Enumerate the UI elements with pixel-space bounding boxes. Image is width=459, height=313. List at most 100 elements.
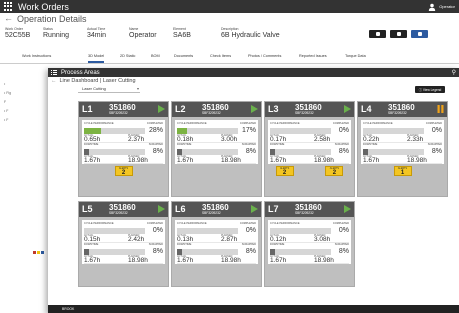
tab-3d-model[interactable]: 3D Model	[88, 54, 105, 63]
tab-work-instructions[interactable]: Work Instructions	[22, 54, 51, 61]
area-select[interactable]: Laser Cutting ▾	[78, 86, 140, 93]
prod-label: CYCLE PERFORMANCE	[363, 122, 393, 125]
scrap-label: DOWNTIME	[177, 243, 192, 246]
prod-planned-value: 2.87h	[221, 236, 238, 243]
line-id: L1	[82, 104, 93, 114]
prod-percent: 0%	[338, 227, 349, 234]
part-number: SBF3209232	[388, 111, 407, 115]
line-card-header: L6 351860 SBF3209232	[172, 202, 261, 217]
line-card-footer	[79, 264, 168, 278]
prod-actual-value: 0.18h	[177, 136, 194, 143]
pause-icon	[437, 105, 444, 113]
scrap-planned-value: 18.98h	[128, 257, 148, 264]
prod-label: CYCLE PERFORMANCE	[84, 122, 114, 125]
field-description: Description 6B Hydraulic Valve	[221, 27, 280, 39]
scrap-planned-value: 18.98h	[221, 157, 241, 164]
alert-badge[interactable]: ALERTS 2	[114, 166, 133, 176]
scrap-percent: 8%	[245, 148, 256, 155]
line-card[interactable]: L6 351860 SBF3209232 CYCLE PERFORMANCE C…	[171, 201, 262, 287]
process-areas-title: Process Areas	[61, 69, 100, 76]
tab-torque-data[interactable]: Torque Data	[345, 54, 366, 61]
scrap-percent: 8%	[152, 248, 163, 255]
part-number: SBF3209232	[295, 211, 314, 215]
line-card[interactable]: L2 351860 SBF3209232 CYCLE PERFORMANCE C…	[171, 101, 262, 197]
prod-right-label: COMPLETED	[239, 222, 256, 225]
field-label: Actual Time	[87, 27, 106, 31]
prod-right-label: COMPLETED	[332, 222, 349, 225]
app-grid-icon[interactable]	[4, 2, 13, 11]
line-card-metrics: CYCLE PERFORMANCE COMPLETED 0% ACTUAL PL…	[82, 220, 165, 264]
line-id: L2	[175, 104, 186, 114]
back-arrow-icon[interactable]: ←	[51, 78, 57, 84]
back-arrow-icon[interactable]: ←	[4, 14, 13, 23]
print-button[interactable]	[369, 30, 386, 38]
line-card-metrics: CYCLE PERFORMANCE COMPLETED 0% ACTUAL PL…	[175, 220, 258, 264]
line-card[interactable]: L1 351860 SBF3209232 CYCLE PERFORMANCE C…	[78, 101, 169, 197]
prod-planned-value: 3.08h	[314, 236, 331, 243]
scrap-section: DOWNTIME SCRAPPED 8% ACTUAL PLANNED 1.67…	[270, 143, 349, 164]
line-card[interactable]: L7 351860 SBF3209232 CYCLE PERFORMANCE C…	[264, 201, 355, 287]
view-legend-button[interactable]: ⓘ View Legend	[415, 86, 445, 93]
field-value: Running	[43, 32, 70, 39]
alert-badge[interactable]: ALERTS 1	[393, 166, 412, 176]
process-areas-topbar: Process Areas ⚲	[48, 68, 459, 77]
company-logo	[33, 251, 44, 254]
field-label: Status	[43, 27, 53, 31]
alert-badge[interactable]: ALERTS 2	[325, 166, 344, 176]
list-item[interactable]: • Fig	[4, 89, 11, 98]
part-number: SBF3209232	[109, 211, 128, 215]
device-button[interactable]	[411, 30, 428, 38]
prod-right-label: COMPLETED	[146, 222, 163, 225]
prod-right-label: COMPLETED	[332, 122, 349, 125]
list-item[interactable]: •	[4, 80, 11, 89]
scrap-right-label: SCRAPPED	[427, 143, 442, 146]
user-icon	[429, 3, 436, 11]
field-work-order: Work Order 52C55B	[5, 27, 30, 39]
alert-badge[interactable]: ALERTS 2	[275, 166, 294, 176]
scrap-planned-value: 18.98h	[221, 257, 241, 264]
print-icon	[375, 32, 380, 36]
play-icon	[344, 205, 351, 213]
list-item[interactable]: F	[4, 98, 11, 107]
prod-planned-value: 2.58h	[314, 136, 331, 143]
line-card-header: L3 351860 SBF3209232	[265, 102, 354, 117]
tab-reported-issues[interactable]: Reported Issues	[299, 54, 327, 61]
prod-percent: 0%	[431, 127, 442, 134]
tab-documents[interactable]: Documents	[174, 54, 193, 61]
tab-bom[interactable]: BOM	[151, 54, 160, 61]
tab-check-items[interactable]: Check Items	[210, 54, 231, 61]
field-value: SA6B	[173, 32, 191, 39]
scrap-actual-value: 1.67h	[177, 157, 194, 164]
scrap-percent: 8%	[338, 248, 349, 255]
line-card[interactable]: L5 351860 SBF3209232 CYCLE PERFORMANCE C…	[78, 201, 169, 287]
tab-2d-static[interactable]: 2D Static	[120, 54, 135, 61]
person-icon[interactable]: ⚲	[452, 69, 456, 76]
line-card-metrics: CYCLE PERFORMANCE COMPLETED 0% ACTUAL PL…	[268, 120, 351, 164]
view-legend-label: View Legend	[422, 87, 442, 92]
scrap-section: DOWNTIME SCRAPPED 8% ACTUAL PLANNED 1.67…	[84, 243, 163, 264]
scrap-planned-value: 18.98h	[314, 157, 334, 164]
scrap-right-label: SCRAPPED	[334, 143, 349, 146]
tab-photos-comments[interactable]: Photos / Comments	[248, 54, 281, 61]
prod-label: CYCLE PERFORMANCE	[270, 222, 300, 225]
footer-logo: BROOK	[62, 307, 75, 311]
line-card[interactable]: L4 351860 SBF3209232 CYCLE PERFORMANCE C…	[357, 101, 448, 197]
prod-percent: 0%	[338, 127, 349, 134]
alert-badge-count: 1	[400, 170, 405, 176]
list-item[interactable]: • F	[4, 107, 11, 116]
user-menu[interactable]: Operator	[428, 3, 455, 11]
prod-actual-value: 0.65h	[84, 136, 101, 143]
chevron-down-icon: ▾	[136, 86, 139, 91]
scrap-label: DOWNTIME	[84, 243, 99, 246]
line-card-footer	[172, 264, 261, 278]
line-card-metrics: CYCLE PERFORMANCE COMPLETED 0% ACTUAL PL…	[361, 120, 444, 164]
line-card[interactable]: L3 351860 SBF3209232 CYCLE PERFORMANCE C…	[264, 101, 355, 197]
scrap-right-label: SCRAPPED	[148, 243, 163, 246]
device-icon	[417, 32, 422, 36]
list-item[interactable]: • F	[4, 116, 11, 125]
scrap-label: DOWNTIME	[270, 143, 285, 146]
app-grid-icon[interactable]	[51, 69, 57, 76]
alert-badge-count: 2	[332, 170, 337, 176]
area-select-value: Laser Cutting	[82, 86, 106, 91]
info-button[interactable]	[390, 30, 407, 38]
